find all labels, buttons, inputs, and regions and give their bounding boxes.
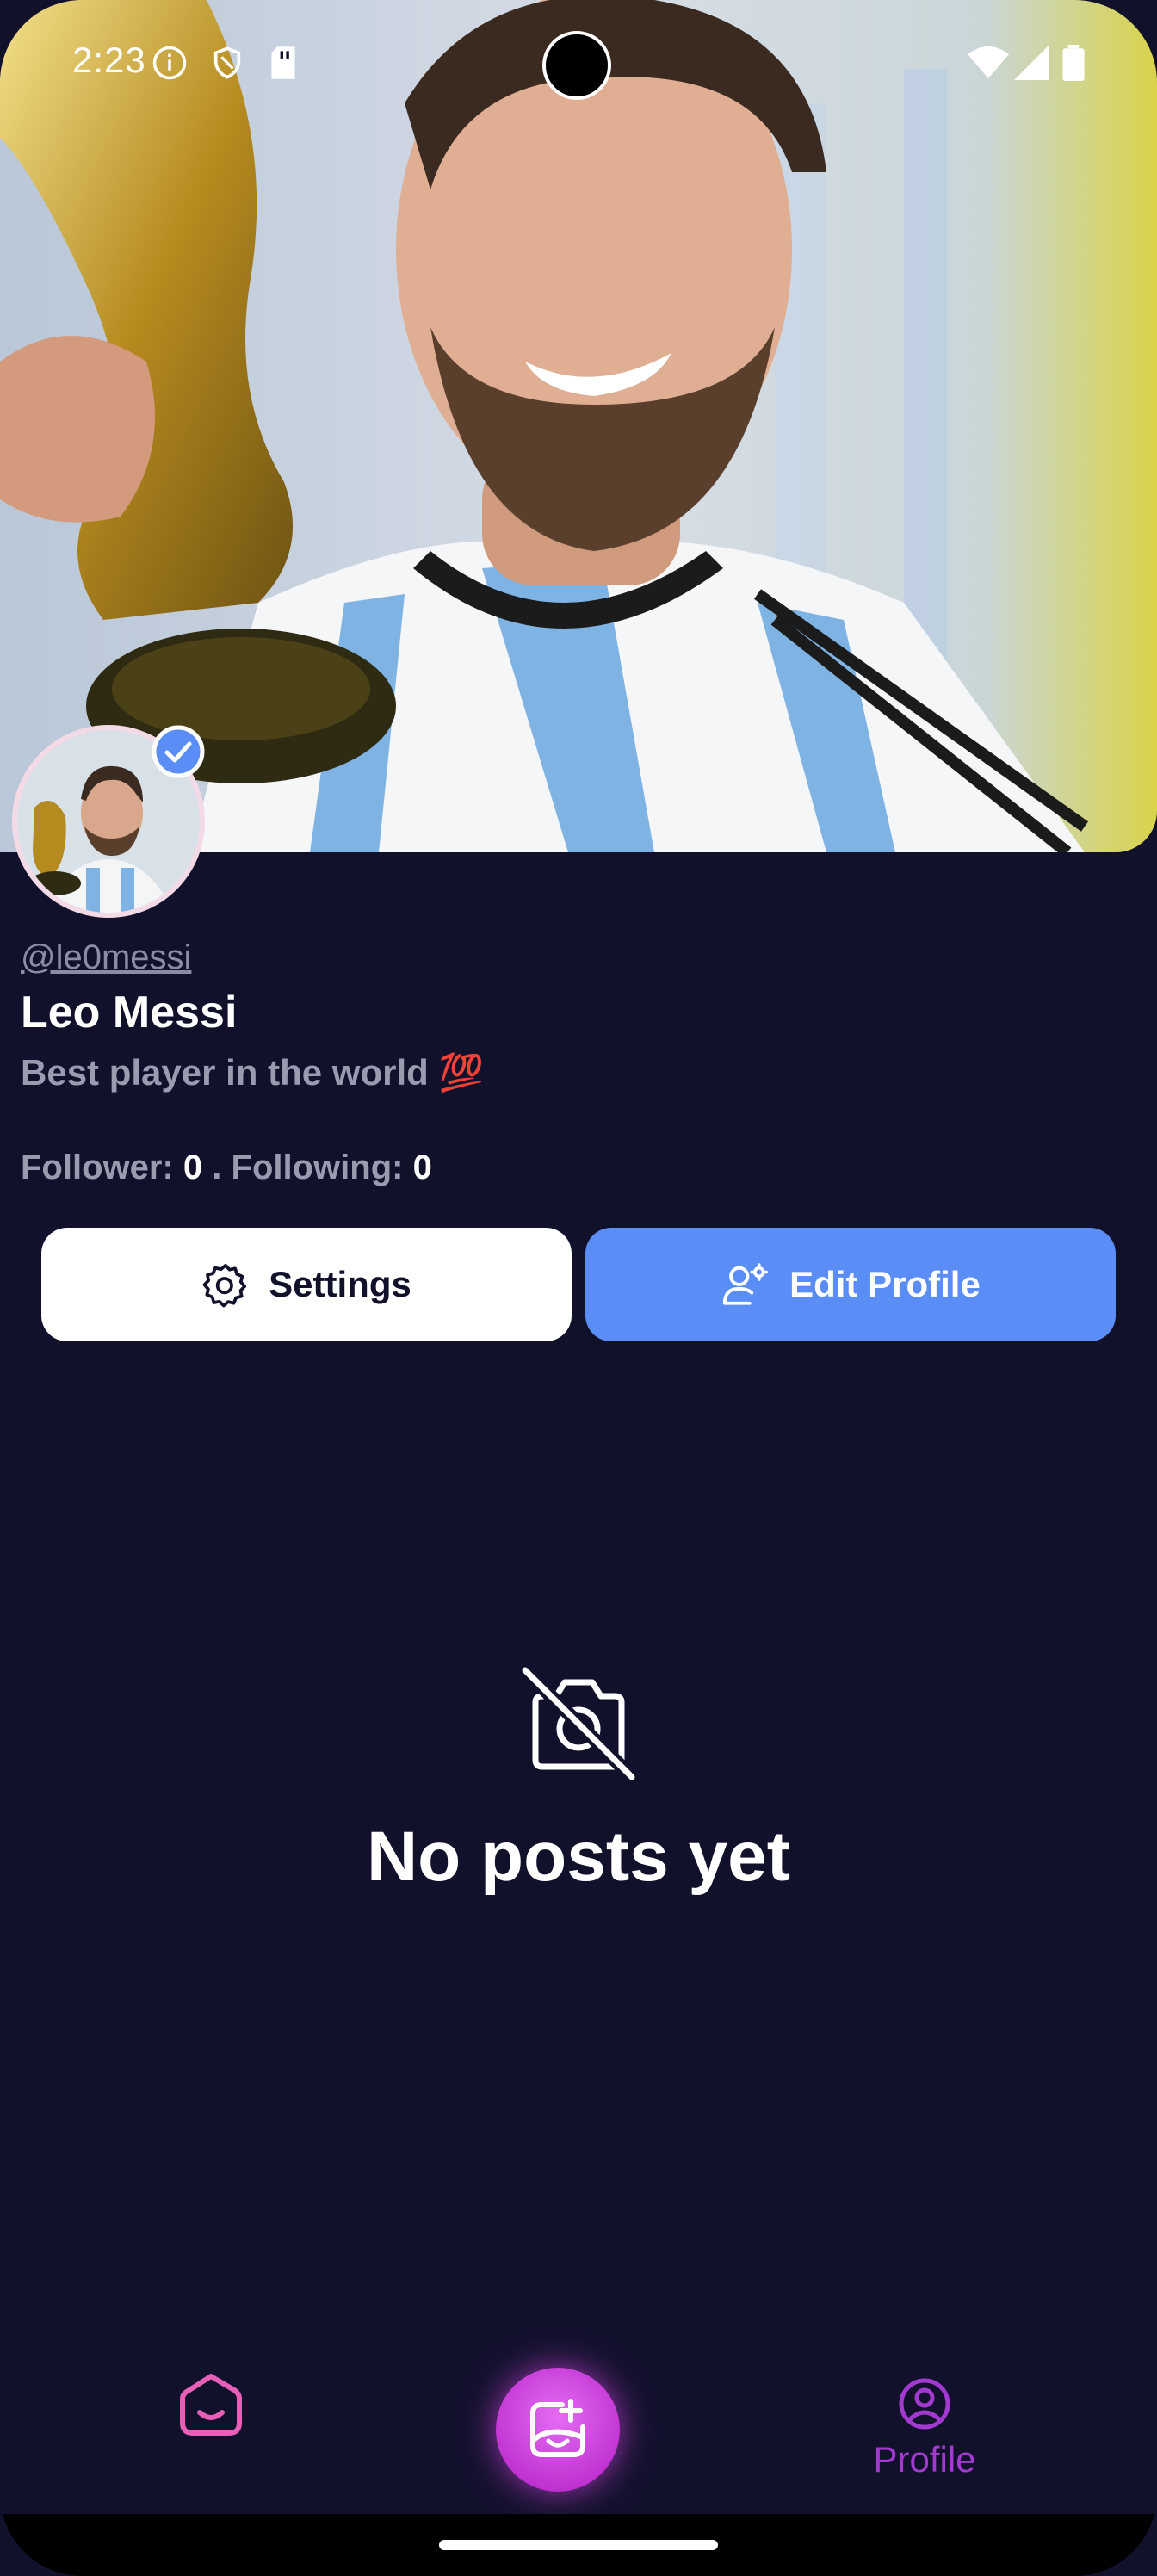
status-time: 2:23 <box>72 40 146 80</box>
following-label: Following: <box>231 1149 404 1186</box>
follower-count[interactable]: 0 <box>183 1149 202 1186</box>
stats-separator: . <box>212 1149 222 1186</box>
profile-handle-link[interactable]: @le0messi <box>21 938 191 977</box>
camera-cutout <box>542 31 611 100</box>
status-bar: 2:23 <box>0 0 1157 129</box>
profile-icon <box>899 2378 950 2430</box>
shield-icon <box>213 46 241 79</box>
profile-bio: Best player in the world 💯 <box>21 1052 484 1093</box>
wifi-icon <box>968 46 1009 78</box>
signal-icon <box>1014 46 1049 80</box>
phone-screen: 2:23 @le0messi Leo Messi Best player in … <box>0 0 1157 2576</box>
home-gesture-bar[interactable] <box>439 2540 718 2550</box>
add-photo-icon <box>530 2399 585 2457</box>
gear-icon <box>202 1263 247 1308</box>
home-icon[interactable] <box>177 2371 244 2438</box>
following-count[interactable]: 0 <box>413 1149 432 1186</box>
no-camera-icon <box>518 1663 639 1784</box>
settings-button[interactable]: Settings <box>41 1228 572 1341</box>
user-gear-icon <box>723 1263 769 1305</box>
battery-icon <box>1062 45 1085 81</box>
create-post-button[interactable] <box>496 2368 620 2492</box>
nav-profile-label: Profile <box>873 2439 976 2480</box>
follower-label: Follower: <box>21 1149 174 1186</box>
follow-stats: Follower: 0 . Following: 0 <box>21 1149 432 1187</box>
verified-icon <box>152 725 205 778</box>
info-icon <box>152 46 187 80</box>
empty-state-text: No posts yet <box>366 1817 791 1896</box>
edit-profile-button-label: Edit Profile <box>789 1264 981 1304</box>
sd-card-icon <box>271 46 295 79</box>
nav-profile[interactable]: Profile <box>861 2376 988 2480</box>
profile-name: Leo Messi <box>21 988 238 1037</box>
settings-button-label: Settings <box>269 1264 411 1304</box>
edit-profile-button[interactable]: Edit Profile <box>585 1228 1116 1341</box>
